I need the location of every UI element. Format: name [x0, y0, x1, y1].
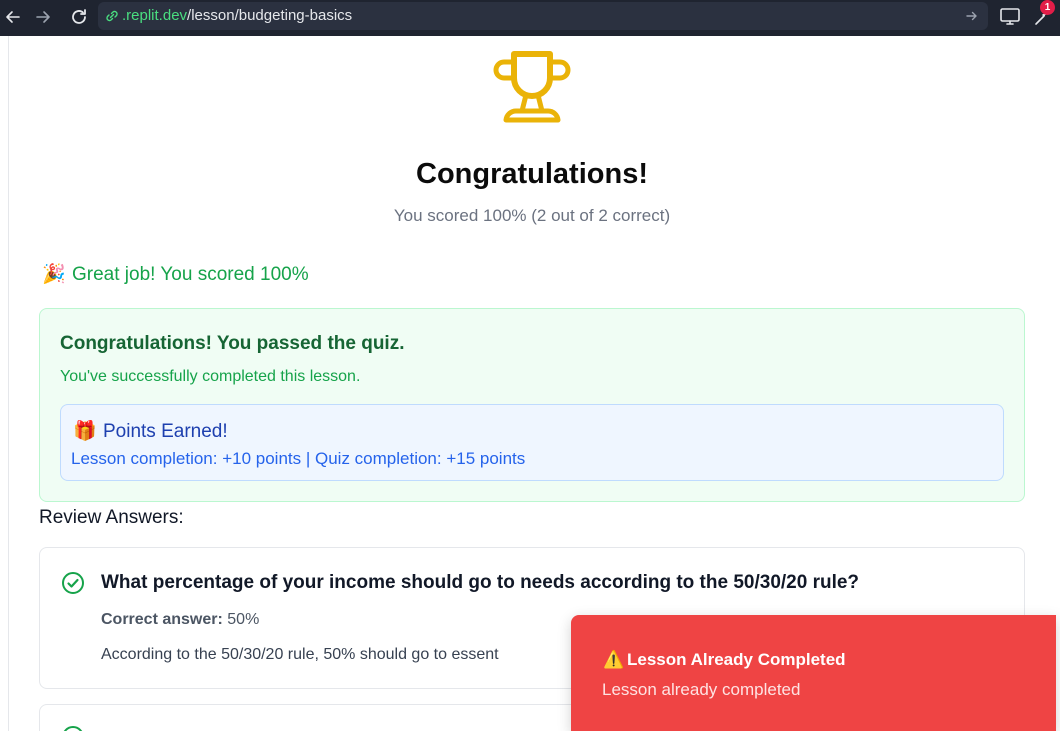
page-divider	[8, 36, 9, 731]
correct-answer: Correct answer: 50%	[101, 611, 259, 629]
toast-title-text: Lesson Already Completed	[627, 650, 846, 669]
points-earned-title: 🎁 Points Earned!	[73, 419, 228, 443]
quiz-passed-card: Congratulations! You passed the quiz. Yo…	[39, 308, 1025, 502]
back-icon[interactable]	[0, 4, 26, 30]
go-arrow-icon[interactable]	[964, 8, 980, 24]
great-job-text: Great job! You scored 100%	[72, 264, 309, 285]
url-text: .replit.dev/lesson/budgeting-basics	[122, 7, 352, 24]
party-popper-icon: 🎉	[42, 264, 66, 285]
score-summary: You scored 100% (2 out of 2 correct)	[393, 206, 671, 225]
toast-title: ⚠️ Lesson Already Completed	[603, 650, 846, 670]
great-job-message: 🎉 Great job! You scored 100%	[42, 262, 309, 286]
notification-badge: 1	[1040, 0, 1055, 15]
answer-explanation: According to the 50/30/20 rule, 50% shou…	[101, 646, 499, 663]
gift-icon: 🎁	[73, 421, 97, 442]
points-detail: Lesson completion: +10 points | Quiz com…	[71, 449, 526, 468]
toast-notification[interactable]: ⚠️ Lesson Already Completed Lesson alread…	[571, 615, 1056, 731]
reload-icon[interactable]	[66, 4, 92, 30]
quiz-passed-title: Congratulations! You passed the quiz.	[60, 333, 405, 354]
correct-answer-value: 50%	[227, 611, 260, 628]
trophy-icon	[493, 51, 571, 123]
check-circle-icon	[63, 726, 83, 731]
toast-message: Lesson already completed	[602, 680, 801, 699]
address-bar[interactable]: .replit.dev/lesson/budgeting-basics	[98, 2, 988, 30]
points-earned-label: Points Earned!	[103, 421, 228, 442]
browser-toolbar: .replit.dev/lesson/budgeting-basics 1	[0, 0, 1060, 36]
url-domain: .replit.dev	[122, 7, 188, 24]
quiz-passed-subtitle: You've successfully completed this lesso…	[60, 368, 361, 385]
question-text: What percentage of your income should go…	[101, 572, 860, 593]
monitor-icon[interactable]	[998, 4, 1022, 28]
forward-icon[interactable]	[30, 4, 56, 30]
warning-icon: ⚠️	[603, 650, 625, 669]
review-answers-heading: Review Answers:	[39, 507, 184, 528]
page-title: Congratulations!	[416, 158, 648, 190]
url-path: /lesson/budgeting-basics	[187, 7, 353, 24]
correct-answer-label: Correct answer:	[101, 611, 223, 628]
points-earned-box: 🎁 Points Earned! Lesson completion: +10 p…	[60, 404, 1004, 481]
check-circle-icon	[62, 572, 84, 594]
link-icon	[106, 10, 118, 22]
